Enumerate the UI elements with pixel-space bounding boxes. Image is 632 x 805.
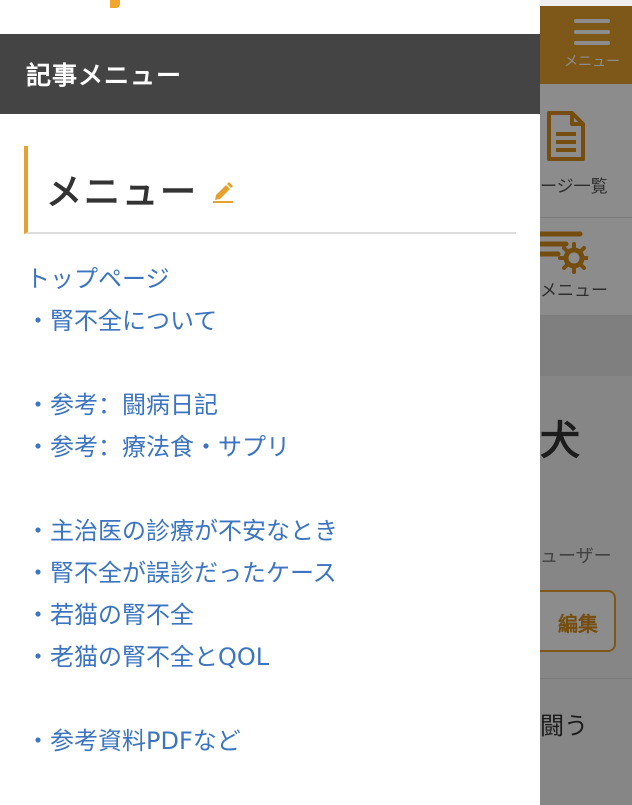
menu-link[interactable]: ・参考：闘病日記 — [26, 391, 218, 419]
menu-item-top-page[interactable]: トップページ — [26, 258, 526, 300]
menu-link[interactable]: ・老猫の腎不全とQOL — [26, 643, 269, 671]
drawer-top-strip — [0, 0, 540, 34]
drawer-header: 記事メニュー — [0, 34, 540, 114]
menu-link[interactable]: ・若猫の腎不全 — [26, 601, 194, 629]
menu-item-young-cat[interactable]: ・若猫の腎不全 — [26, 594, 526, 636]
article-menu-drawer: 記事メニュー メニュー トップページ ・腎不全について ・参考：闘病日記 ・参考… — [0, 0, 540, 805]
menu-spacer — [26, 678, 526, 720]
menu-list: トップページ ・腎不全について ・参考：闘病日記 ・参考：療法食・サプリ ・主治… — [26, 258, 526, 762]
menu-item-old-cat-qol[interactable]: ・老猫の腎不全とQOL — [26, 636, 526, 678]
menu-item-diary[interactable]: ・参考：闘病日記 — [26, 384, 526, 426]
menu-link[interactable]: ・腎不全について — [26, 307, 217, 335]
menu-link[interactable]: ・主治医の診療が不安なとき — [26, 517, 338, 545]
widget-title: メニュー — [24, 146, 516, 234]
overlay-shade[interactable] — [540, 6, 632, 805]
drawer-header-title: 記事メニュー — [26, 61, 183, 90]
menu-link[interactable]: トップページ — [26, 265, 170, 293]
menu-link[interactable]: ・参考資料PDFなど — [26, 727, 241, 755]
pencil-icon[interactable] — [212, 179, 234, 203]
widget-title-text: メニュー — [46, 172, 199, 213]
menu-link[interactable]: ・参考：療法食・サプリ — [26, 433, 290, 461]
menu-link[interactable]: ・腎不全が誤診だったケース — [26, 559, 337, 587]
menu-item-about-kidney-failure[interactable]: ・腎不全について — [26, 300, 526, 342]
menu-spacer — [26, 468, 526, 510]
menu-item-diet-supplements[interactable]: ・参考：療法食・サプリ — [26, 426, 526, 468]
menu-item-reference-pdf[interactable]: ・参考資料PDFなど — [26, 720, 526, 762]
menu-spacer — [26, 342, 526, 384]
menu-item-doctor-concern[interactable]: ・主治医の診療が不安なとき — [26, 510, 526, 552]
logo-fragment — [110, 0, 120, 8]
menu-item-misdiagnosis[interactable]: ・腎不全が誤診だったケース — [26, 552, 526, 594]
